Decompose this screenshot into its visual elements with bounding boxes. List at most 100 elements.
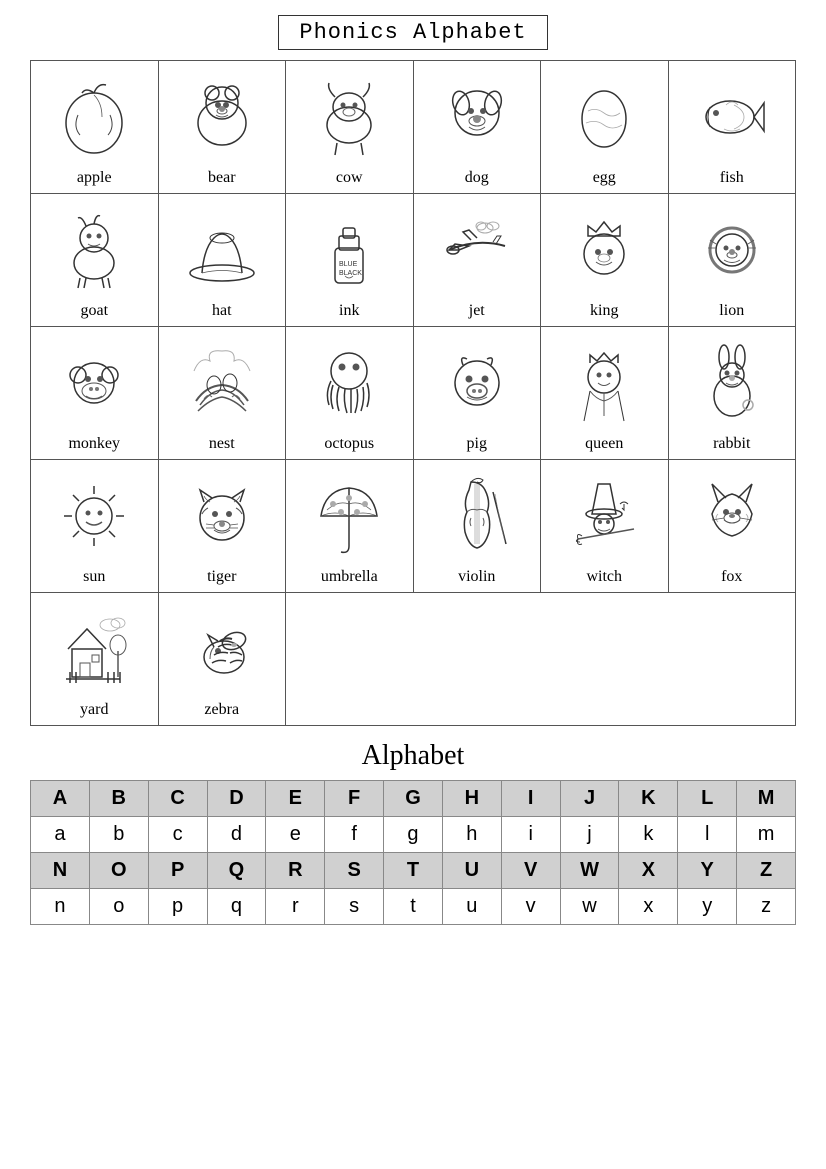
label-lion: lion: [719, 302, 744, 320]
label-hat: hat: [212, 302, 232, 320]
alpha-cell: p: [148, 889, 207, 925]
label-nest: nest: [209, 435, 235, 453]
alpha-cell: q: [207, 889, 266, 925]
alpha-cell: h: [442, 817, 501, 853]
alpha-cell: l: [678, 817, 737, 853]
phonics-row-3: monkey: [31, 327, 796, 460]
phonics-row-2: goat hat: [31, 194, 796, 327]
cell-cow: cow: [286, 61, 414, 194]
alpha-cell: x: [619, 889, 678, 925]
cell-rabbit: rabbit: [668, 327, 796, 460]
cell-sun: sun: [31, 460, 159, 593]
alpha-cell: a: [31, 817, 90, 853]
svg-text:BLACK: BLACK: [339, 270, 362, 277]
alpha-cell: M: [737, 781, 796, 817]
cell-yard: yard: [31, 593, 159, 726]
label-egg: egg: [593, 169, 616, 187]
alpha-cell: A: [31, 781, 90, 817]
alpha-row-upper-1: ABCDEFGHIJKLM: [31, 781, 796, 817]
alpha-row-lower-2: nopqrstuvwxyz: [31, 889, 796, 925]
page: Phonics Alphabet: [0, 0, 826, 1169]
empty-cells: [286, 593, 796, 726]
label-apple: apple: [77, 169, 112, 187]
label-witch: witch: [586, 568, 622, 586]
alpha-cell: r: [266, 889, 325, 925]
alpha-cell: s: [325, 889, 384, 925]
label-rabbit: rabbit: [713, 435, 750, 453]
alpha-cell: m: [737, 817, 796, 853]
alpha-cell: f: [325, 817, 384, 853]
label-king: king: [590, 302, 618, 320]
cell-lion: lion: [668, 194, 796, 327]
cell-nest: nest: [158, 327, 286, 460]
alpha-cell: F: [325, 781, 384, 817]
alphabet-section-title: Alphabet: [30, 740, 796, 772]
cell-violin: violin: [413, 460, 541, 593]
label-monkey: monkey: [68, 435, 120, 453]
alpha-cell: t: [384, 889, 443, 925]
alpha-cell: O: [89, 853, 148, 889]
svg-text:BLUE: BLUE: [339, 261, 358, 268]
cell-king: king: [541, 194, 669, 327]
cell-dog: dog: [413, 61, 541, 194]
alpha-row-upper-2: NOPQRSTUVWXYZ: [31, 853, 796, 889]
alpha-cell: z: [737, 889, 796, 925]
alpha-cell: e: [266, 817, 325, 853]
alpha-cell: c: [148, 817, 207, 853]
label-queen: queen: [585, 435, 623, 453]
phonics-grid: apple: [30, 60, 796, 726]
cell-hat: hat: [158, 194, 286, 327]
alpha-cell: j: [560, 817, 619, 853]
label-tiger: tiger: [207, 568, 236, 586]
alpha-cell: u: [442, 889, 501, 925]
alpha-cell: S: [325, 853, 384, 889]
cell-monkey: monkey: [31, 327, 159, 460]
phonics-row-5: yard: [31, 593, 796, 726]
alpha-cell: C: [148, 781, 207, 817]
label-cow: cow: [336, 169, 363, 187]
alpha-cell: G: [384, 781, 443, 817]
label-dog: dog: [465, 169, 489, 187]
alpha-cell: I: [501, 781, 560, 817]
alpha-cell: L: [678, 781, 737, 817]
cell-witch: witch: [541, 460, 669, 593]
label-goat: goat: [80, 302, 108, 320]
alpha-cell: o: [89, 889, 148, 925]
phonics-row-1: apple: [31, 61, 796, 194]
title-text: Phonics Alphabet: [278, 15, 547, 50]
label-yard: yard: [80, 701, 108, 719]
alpha-cell: V: [501, 853, 560, 889]
alpha-cell: P: [148, 853, 207, 889]
label-octopus: octopus: [324, 435, 374, 453]
phonics-row-4: sun: [31, 460, 796, 593]
cell-tiger: tiger: [158, 460, 286, 593]
label-zebra: zebra: [204, 701, 239, 719]
label-ink: ink: [339, 302, 359, 320]
alpha-cell: E: [266, 781, 325, 817]
alpha-cell: d: [207, 817, 266, 853]
label-jet: jet: [469, 302, 485, 320]
alpha-cell: K: [619, 781, 678, 817]
cell-bear: bear: [158, 61, 286, 194]
cell-apple: apple: [31, 61, 159, 194]
alpha-cell: g: [384, 817, 443, 853]
cell-fish: fish: [668, 61, 796, 194]
alpha-cell: H: [442, 781, 501, 817]
alpha-cell: N: [31, 853, 90, 889]
alpha-cell: T: [384, 853, 443, 889]
alpha-row-lower-1: abcdefghijklm: [31, 817, 796, 853]
alpha-cell: k: [619, 817, 678, 853]
cell-fox: fox: [668, 460, 796, 593]
alpha-cell: Q: [207, 853, 266, 889]
label-fish: fish: [720, 169, 744, 187]
alpha-cell: b: [89, 817, 148, 853]
cell-octopus: octopus: [286, 327, 414, 460]
label-pig: pig: [467, 435, 487, 453]
label-bear: bear: [208, 169, 236, 187]
page-title: Phonics Alphabet: [30, 20, 796, 45]
cell-queen: queen: [541, 327, 669, 460]
cell-pig: pig: [413, 327, 541, 460]
label-violin: violin: [458, 568, 495, 586]
label-sun: sun: [83, 568, 105, 586]
cell-egg: egg: [541, 61, 669, 194]
